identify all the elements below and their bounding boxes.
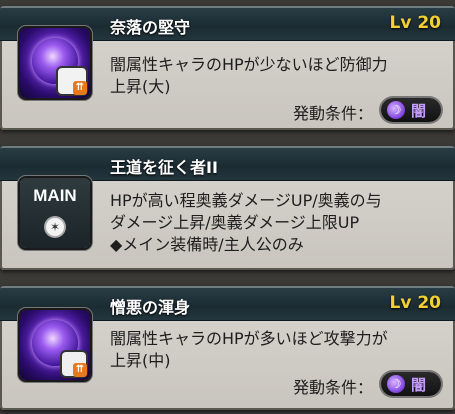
activation-condition: 発動条件： ☽ 闇 — [221, 98, 441, 123]
dark-defense-up-icon: ⇈ — [20, 28, 90, 98]
skill-card-2[interactable]: 王道を征く者II MAIN ✶ HPが高い程奥義ダメージUP/奥義の与 ダメージ… — [0, 146, 455, 270]
desc-line: ダメージ上昇/奥義ダメージ上限UP — [110, 213, 360, 232]
skill-name: 憎悪の渾身 — [110, 298, 191, 317]
skill-description: HPが高い程奥義ダメージUP/奥義の与 ダメージ上昇/奥義ダメージ上限UP ◆メ… — [110, 190, 443, 256]
desc-line: HPが高い程奥義ダメージUP/奥義の与 — [110, 191, 382, 210]
skill-description: 闇属性キャラのHPが少ないほど防御力 上昇(大) — [110, 54, 443, 98]
dark-attack-up-icon: ⇈ — [20, 310, 90, 380]
compass-icon: ✶ — [46, 218, 64, 236]
skill-card-1[interactable]: 奈落の堅守 Lv 20 ⇈ 闇属性キャラのHPが少ないほど防御力 上昇(大) 発… — [0, 6, 455, 130]
main-compass-icon: MAIN ✶ — [20, 178, 90, 248]
element-text: 闇 — [411, 376, 427, 394]
condition-label: 発動条件： — [292, 378, 373, 397]
skill-name: 王道を征く者II — [110, 158, 218, 177]
desc-line: 上昇(中) — [110, 351, 171, 370]
skill-description: 闇属性キャラのHPが多いほど攻撃力が 上昇(中) — [110, 328, 443, 372]
desc-line: 上昇(大) — [110, 77, 171, 96]
main-label: MAIN — [33, 186, 77, 205]
element-badge: ☽ 闇 — [381, 98, 441, 122]
desc-line: ◆メイン装備時/主人公のみ — [110, 235, 304, 254]
element-text: 闇 — [411, 102, 427, 120]
desc-line: 闇属性キャラのHPが多いほど攻撃力が — [110, 329, 388, 348]
element-badge: ☽ 闇 — [381, 372, 441, 396]
skill-level: Lv 20 — [389, 293, 442, 313]
activation-condition: 発動条件： ☽ 闇 — [221, 372, 441, 397]
moon-icon: ☽ — [387, 101, 405, 119]
moon-icon: ☽ — [387, 375, 405, 393]
condition-label: 発動条件： — [292, 104, 373, 123]
skill-header: 王道を征く者II — [0, 146, 455, 181]
skill-level: Lv 20 — [389, 13, 442, 33]
desc-line: 闇属性キャラのHPが少ないほど防御力 — [110, 55, 388, 74]
skill-card-3[interactable]: 憎悪の渾身 Lv 20 ⇈ 闇属性キャラのHPが多いほど攻撃力が 上昇(中) 発… — [0, 286, 455, 410]
skill-name: 奈落の堅守 — [110, 18, 191, 37]
